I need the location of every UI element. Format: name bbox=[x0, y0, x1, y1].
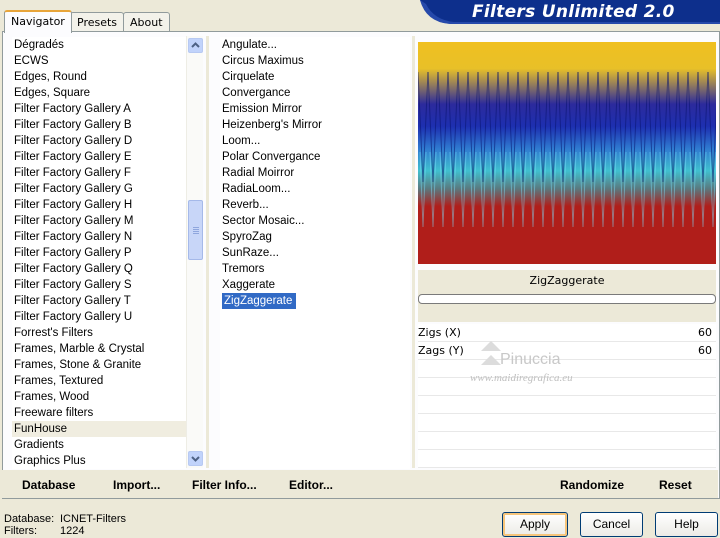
category-item[interactable]: Graphics Plus bbox=[12, 453, 186, 469]
filters-value: 1224 bbox=[60, 525, 85, 537]
filter-item[interactable]: Cirquelate bbox=[220, 69, 410, 85]
app-title: Filters Unlimited 2.0 bbox=[472, 2, 675, 22]
category-item[interactable]: Frames, Stone & Granite bbox=[12, 357, 186, 373]
grip-icon bbox=[193, 227, 199, 234]
filter-name: ZigZaggerate bbox=[529, 274, 605, 287]
list-divider bbox=[206, 36, 209, 468]
preview-image bbox=[418, 42, 716, 264]
filter-item[interactable]: Circus Maximus bbox=[220, 53, 410, 69]
zigzag-preview bbox=[418, 42, 716, 264]
category-item[interactable]: Filter Factory Gallery B bbox=[12, 117, 186, 133]
randomize-button[interactable]: Randomize bbox=[560, 478, 624, 492]
category-item[interactable]: Filter Factory Gallery S bbox=[12, 277, 186, 293]
param-label: Zigs (X) bbox=[418, 326, 461, 339]
editor-button[interactable]: Editor... bbox=[289, 478, 333, 492]
category-item[interactable]: Freeware filters bbox=[12, 405, 186, 421]
filter-item[interactable]: Sector Mosaic... bbox=[220, 213, 410, 229]
param-row-zags[interactable]: Zags (Y) 60 bbox=[418, 342, 716, 360]
filter-info-button[interactable]: Filter Info... bbox=[192, 478, 257, 492]
param-value[interactable]: 60 bbox=[698, 324, 712, 342]
scroll-up-button[interactable] bbox=[188, 38, 203, 53]
cancel-button[interactable]: Cancel bbox=[580, 512, 643, 537]
category-item[interactable]: ECWS bbox=[12, 53, 186, 69]
database-label: Database: bbox=[4, 513, 55, 525]
scroll-down-button[interactable] bbox=[188, 451, 203, 466]
filter-item[interactable]: Reverb... bbox=[220, 197, 410, 213]
param-row-empty bbox=[418, 378, 716, 396]
filter-item[interactable]: Tremors bbox=[220, 261, 410, 277]
bottom-toolbar: Database Import... Filter Info... Editor… bbox=[2, 470, 718, 498]
filter-item[interactable]: Convergance bbox=[220, 85, 410, 101]
category-item[interactable]: Frames, Textured bbox=[12, 373, 186, 389]
database-button[interactable]: Database bbox=[22, 478, 75, 492]
filter-item[interactable]: Radial Moirror bbox=[220, 165, 410, 181]
category-item[interactable]: Filter Factory Gallery T bbox=[12, 293, 186, 309]
category-item[interactable]: Frames, Marble & Crystal bbox=[12, 341, 186, 357]
filter-item[interactable]: SunRaze... bbox=[220, 245, 410, 261]
title-banner: Filters Unlimited 2.0 bbox=[420, 0, 720, 24]
category-item[interactable]: Forrest's Filters bbox=[12, 325, 186, 341]
filter-item[interactable]: Heizenberg's Mirror bbox=[220, 117, 410, 133]
help-button[interactable]: Help bbox=[655, 512, 718, 537]
param-label: Zags (Y) bbox=[418, 344, 464, 357]
category-scrollbar[interactable] bbox=[186, 36, 203, 468]
category-item[interactable]: Filter Factory Gallery F bbox=[12, 165, 186, 181]
category-item[interactable]: Filter Factory Gallery Q bbox=[12, 261, 186, 277]
filter-item[interactable]: RadiaLoom... bbox=[220, 181, 410, 197]
progress-bar bbox=[418, 294, 716, 304]
category-item[interactable]: Edges, Round bbox=[12, 69, 186, 85]
filter-item[interactable]: Polar Convergance bbox=[220, 149, 410, 165]
category-item[interactable]: Filter Factory Gallery D bbox=[12, 133, 186, 149]
category-item[interactable]: Filter Factory Gallery M bbox=[12, 213, 186, 229]
param-row-empty bbox=[418, 414, 716, 432]
filter-item[interactable]: Xaggerate bbox=[220, 277, 410, 293]
category-item[interactable]: Edges, Square bbox=[12, 85, 186, 101]
filter-list[interactable]: Angulate... Circus Maximus Cirquelate Conve… bbox=[220, 37, 410, 469]
category-item[interactable]: Dégradés bbox=[12, 37, 186, 53]
status-info: Database: ICNET-Filters Filters: 1224 bbox=[4, 513, 126, 537]
category-item[interactable]: Filter Factory Gallery G bbox=[12, 181, 186, 197]
category-list[interactable]: Dégradés ECWS Edges, Round Edges, Square Fil… bbox=[12, 37, 186, 469]
param-row-empty bbox=[418, 360, 716, 378]
chevron-down-icon bbox=[191, 456, 200, 462]
import-button[interactable]: Import... bbox=[113, 478, 160, 492]
param-row-empty bbox=[418, 432, 716, 450]
param-row-zigs[interactable]: Zigs (X) 60 bbox=[418, 324, 716, 342]
filter-item[interactable]: Angulate... bbox=[220, 37, 410, 53]
category-item[interactable]: Filter Factory Gallery E bbox=[12, 149, 186, 165]
category-item[interactable]: Filter Factory Gallery P bbox=[12, 245, 186, 261]
category-item[interactable]: FunHouse bbox=[12, 421, 186, 437]
category-item[interactable]: Gradients bbox=[12, 437, 186, 453]
category-item[interactable]: Filter Factory Gallery U bbox=[12, 309, 186, 325]
database-value: ICNET-Filters bbox=[60, 513, 126, 525]
param-row-empty bbox=[418, 450, 716, 468]
filter-item[interactable]: SpyroZag bbox=[220, 229, 410, 245]
apply-button[interactable]: Apply bbox=[502, 512, 568, 537]
filter-item[interactable]: ZigZaggerate bbox=[220, 293, 410, 309]
param-value[interactable]: 60 bbox=[698, 342, 712, 360]
tab-presets[interactable]: Presets bbox=[70, 12, 125, 32]
reset-button[interactable]: Reset bbox=[659, 478, 692, 492]
category-item[interactable]: Filter Factory Gallery N bbox=[12, 229, 186, 245]
tab-navigator[interactable]: Navigator bbox=[4, 10, 72, 33]
filter-item[interactable]: Emission Mirror bbox=[220, 101, 410, 117]
parameter-panel: Zigs (X) 60 Zags (Y) 60 bbox=[418, 324, 716, 468]
tab-about[interactable]: About bbox=[123, 12, 170, 32]
category-item[interactable]: Filter Factory Gallery H bbox=[12, 197, 186, 213]
filter-item[interactable]: Loom... bbox=[220, 133, 410, 149]
filter-name-bar: ZigZaggerate bbox=[418, 270, 716, 322]
category-item[interactable]: Frames, Wood bbox=[12, 389, 186, 405]
param-row-empty bbox=[418, 396, 716, 414]
selected-filter-label[interactable]: ZigZaggerate bbox=[222, 293, 297, 309]
chevron-up-icon bbox=[191, 42, 200, 48]
preview-divider bbox=[412, 36, 415, 468]
category-item[interactable]: Filter Factory Gallery A bbox=[12, 101, 186, 117]
scroll-thumb[interactable] bbox=[188, 200, 203, 260]
filters-label: Filters: bbox=[4, 525, 37, 537]
